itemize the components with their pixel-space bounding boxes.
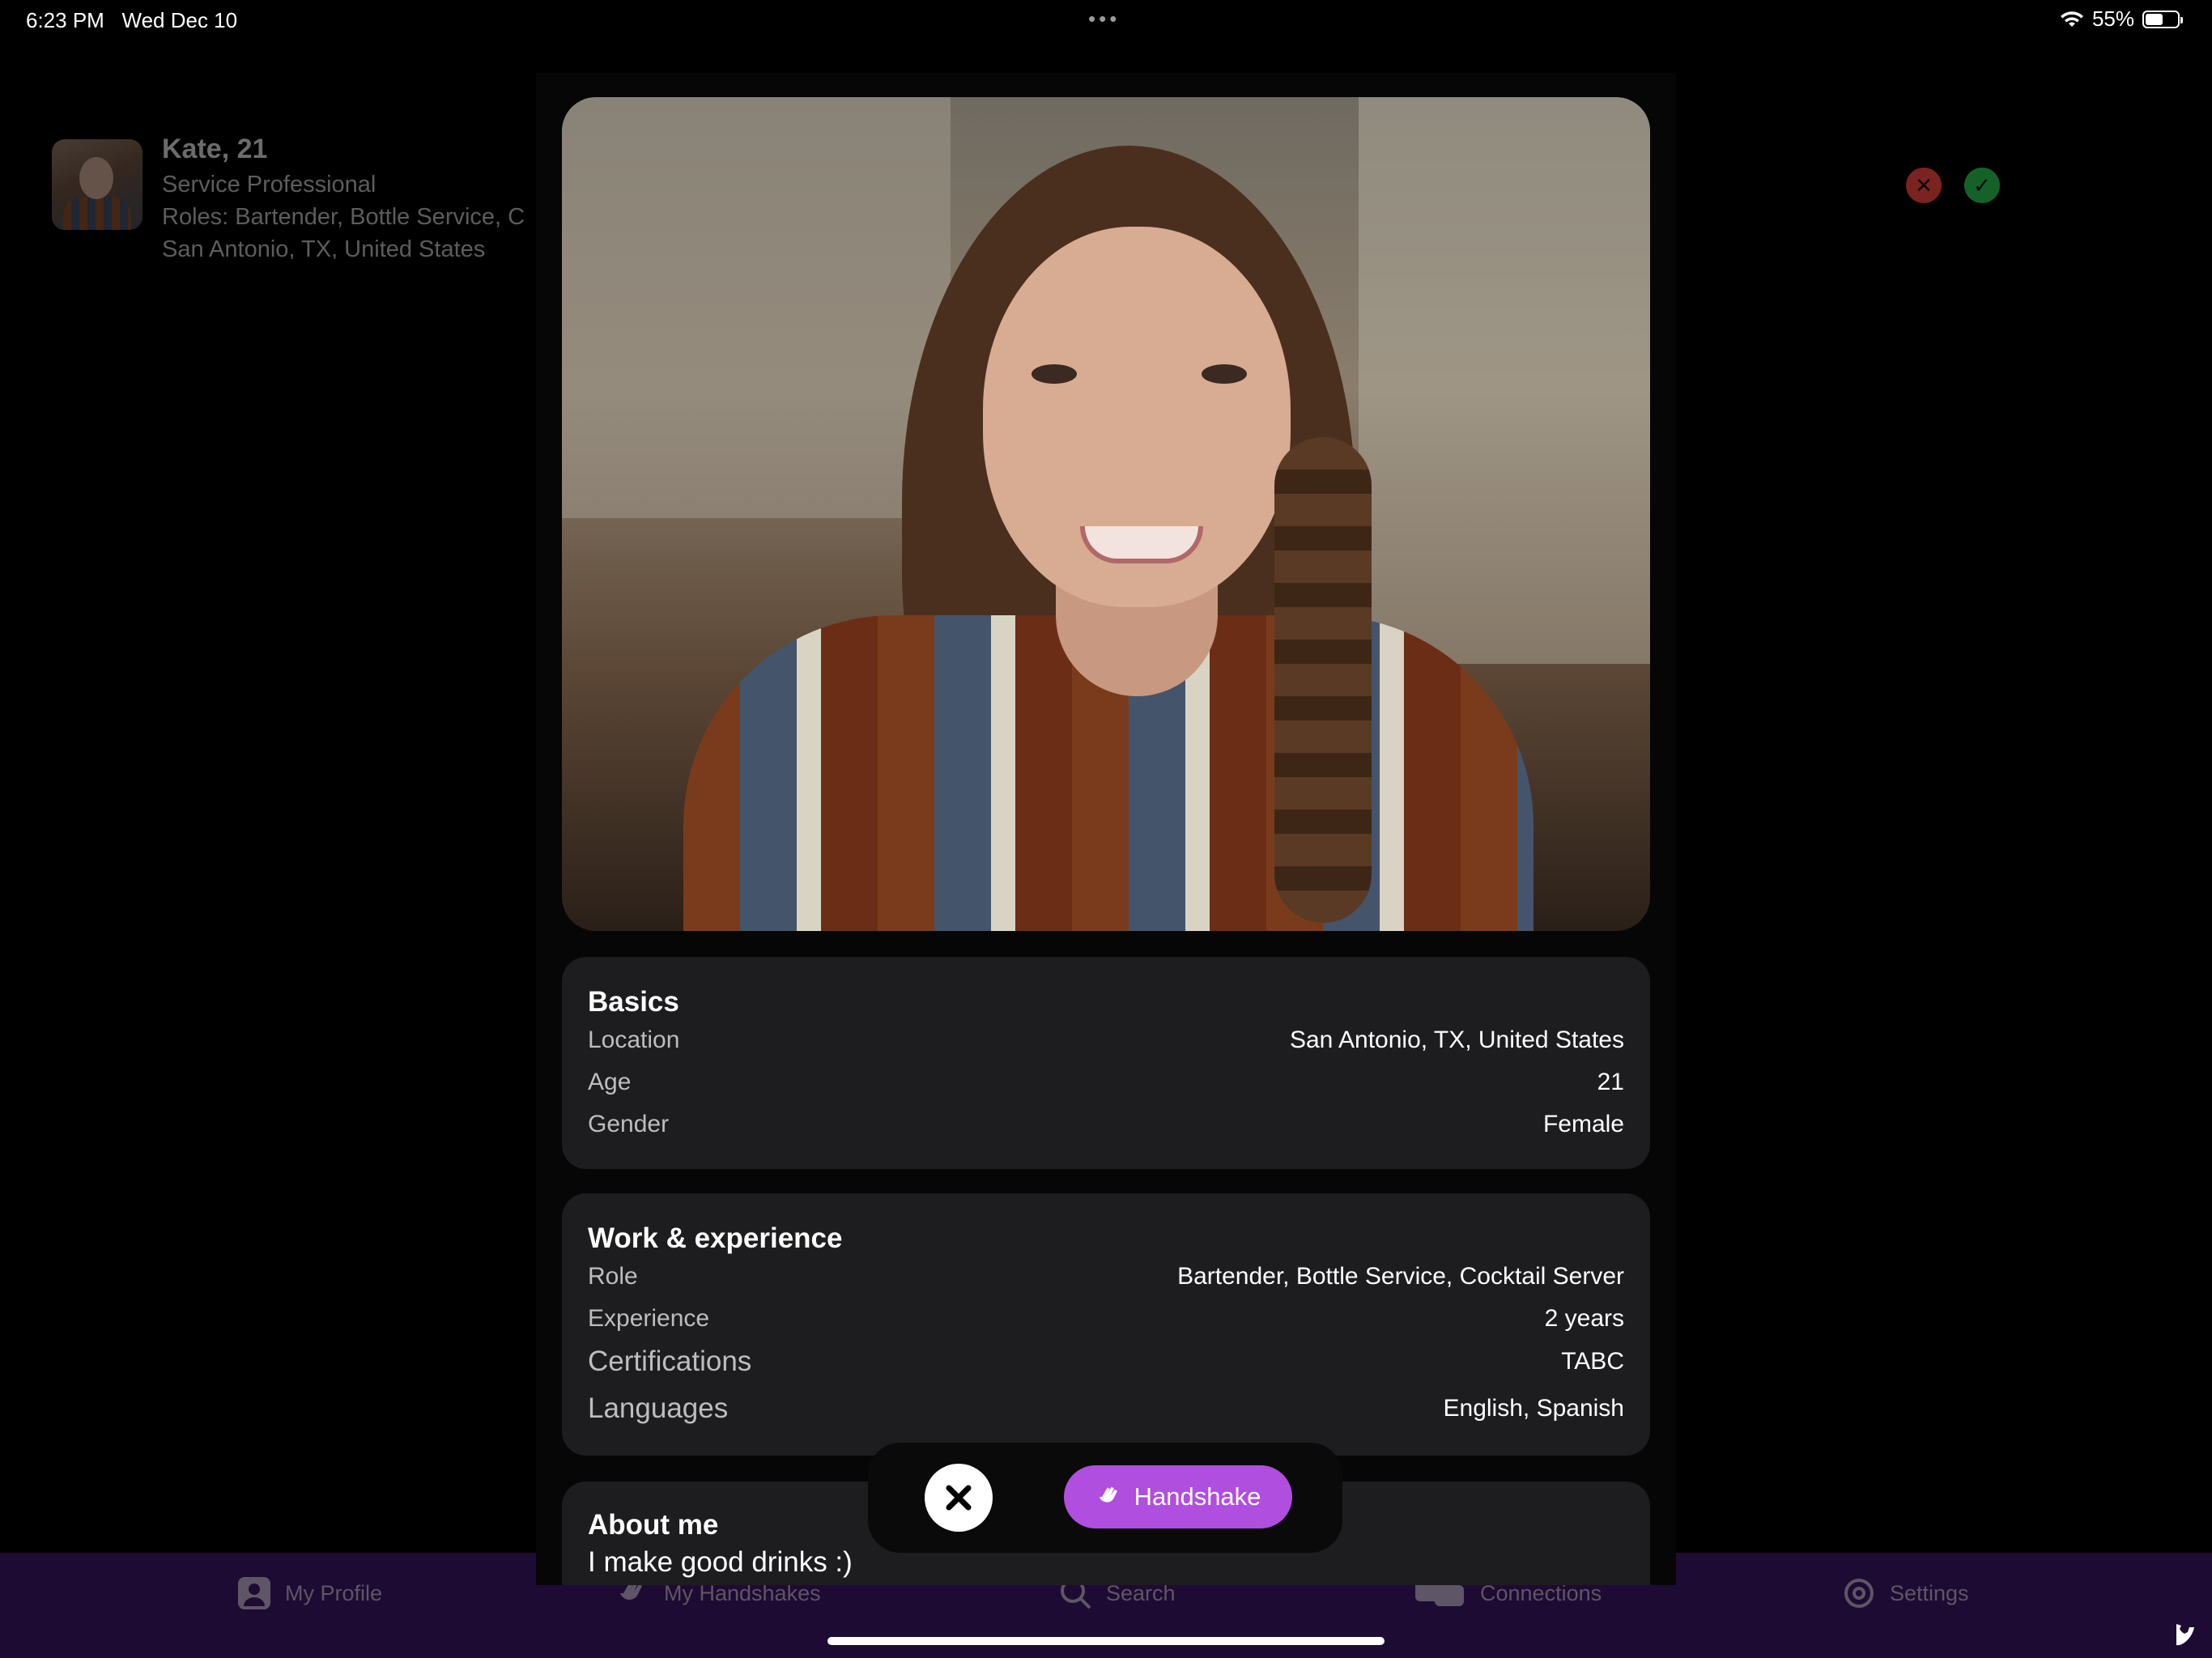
handshake-button[interactable]: Handshake <box>1064 1465 1292 1528</box>
row-key: Experience <box>588 1305 710 1332</box>
phone-icon[interactable] <box>2173 1624 2197 1648</box>
list-item-title: Service Professional <box>162 172 376 198</box>
list-item-actions: ✕ ✓ <box>1906 168 2000 203</box>
multitasking-dots[interactable]: ••• <box>1088 6 1120 32</box>
work-row-languages: Languages English, Spanish <box>588 1392 1624 1425</box>
tab-label: My Profile <box>285 1580 383 1605</box>
action-bar: Handshake <box>868 1443 1342 1553</box>
basics-title: Basics <box>588 986 679 1018</box>
home-indicator[interactable] <box>827 1637 1385 1645</box>
avatar <box>52 139 143 230</box>
list-item[interactable]: Kate, 21 Service Professional Roles: Bar… <box>52 130 554 259</box>
work-title: Work & experience <box>588 1222 843 1254</box>
clock-time: 6:23 PM <box>26 8 104 32</box>
basics-card: Basics Location San Antonio, TX, United … <box>562 957 1650 1169</box>
work-row-role: Role Bartender, Bottle Service, Cocktail… <box>588 1263 1624 1290</box>
profile-sheet: Basics Location San Antonio, TX, United … <box>536 73 1676 1585</box>
row-value: 21 <box>1597 1069 1624 1095</box>
row-value: 2 years <box>1544 1305 1624 1332</box>
gear-icon <box>1844 1579 1874 1608</box>
list-item-location: San Antonio, TX, United States <box>162 236 486 259</box>
row-key: Certifications <box>588 1346 752 1377</box>
tab-settings[interactable]: Settings <box>1841 1575 1969 1611</box>
person-icon <box>238 1577 270 1609</box>
row-value: Female <box>1542 1111 1624 1137</box>
profile-photo <box>562 97 1650 931</box>
handshake-label: Handshake <box>1134 1482 1261 1511</box>
wave-hand-icon <box>1099 1486 1117 1503</box>
battery-percent: 55% <box>2091 6 2134 31</box>
tab-my-profile[interactable]: My Profile <box>236 1575 382 1611</box>
dismiss-button[interactable] <box>925 1464 993 1532</box>
row-key: Gender <box>588 1111 670 1137</box>
status-time: 6:23 PM Wed Dec 10 <box>26 8 237 33</box>
list-item-roles: Roles: Bartender, Bottle Service, C <box>162 204 525 230</box>
row-value: TABC <box>1561 1348 1624 1375</box>
work-row-certifications: Certifications TABC <box>588 1346 1624 1378</box>
row-key: Role <box>588 1263 638 1290</box>
about-title: About me <box>588 1509 719 1541</box>
status-bar: 6:23 PM Wed Dec 10 ••• 55% <box>0 0 2212 39</box>
basics-row-gender: Gender Female <box>588 1111 1624 1138</box>
reject-button[interactable]: ✕ <box>1906 168 1942 203</box>
basics-row-location: Location San Antonio, TX, United States <box>588 1027 1624 1054</box>
accept-button[interactable]: ✓ <box>1964 168 2000 203</box>
row-value: San Antonio, TX, United States <box>1289 1027 1624 1053</box>
work-card: Work & experience Role Bartender, Bottle… <box>562 1193 1650 1456</box>
about-text: I make good drinks :) <box>588 1546 853 1578</box>
row-key: Location <box>588 1027 680 1053</box>
row-value: English, Spanish <box>1443 1395 1624 1422</box>
row-key: Age <box>588 1069 632 1095</box>
wifi-icon <box>2060 11 2083 27</box>
status-right: 55% <box>2060 6 2183 32</box>
close-icon <box>946 1485 972 1511</box>
battery-icon <box>2142 10 2183 28</box>
tab-label: Settings <box>1890 1580 1969 1605</box>
work-row-experience: Experience 2 years <box>588 1305 1624 1333</box>
row-key: Languages <box>588 1392 729 1424</box>
clock-date: Wed Dec 10 <box>121 8 238 32</box>
basics-row-age: Age 21 <box>588 1069 1624 1096</box>
list-item-name: Kate, 21 <box>162 134 268 164</box>
row-value: Bartender, Bottle Service, Cocktail Serv… <box>1177 1263 1624 1290</box>
